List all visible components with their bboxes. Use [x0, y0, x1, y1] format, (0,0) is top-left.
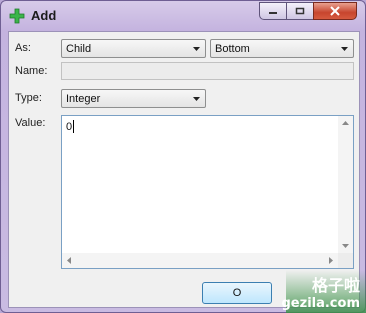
dropdown-arrow-icon [341, 47, 348, 51]
close-icon [330, 6, 340, 16]
add-dialog: Add As: Child Bottom Name: Type: Integer… [0, 0, 366, 313]
watermark-text: 格子啦 [311, 276, 360, 295]
window-title: Add [31, 8, 57, 23]
minimize-icon [269, 12, 277, 14]
value-text: 0 [66, 121, 73, 133]
as-dropdown[interactable]: Child [61, 39, 206, 58]
vertical-scrollbar[interactable] [338, 116, 353, 253]
title-bar[interactable]: Add [1, 1, 365, 31]
name-label: Name: [15, 65, 48, 77]
scroll-up-icon[interactable] [342, 121, 349, 125]
scroll-down-icon[interactable] [342, 244, 349, 248]
name-field[interactable] [61, 62, 354, 80]
add-plus-icon [9, 8, 25, 24]
value-textarea[interactable]: 0 [61, 115, 354, 269]
position-dropdown-value: Bottom [215, 43, 250, 55]
scroll-left-icon[interactable] [67, 257, 71, 264]
position-dropdown[interactable]: Bottom [210, 39, 354, 58]
watermark: 格子啦 gezila.com [282, 270, 366, 313]
minimize-button[interactable] [259, 2, 287, 20]
dropdown-arrow-icon [193, 97, 200, 101]
close-button[interactable] [313, 2, 357, 20]
ok-button[interactable]: O [202, 282, 272, 304]
horizontal-scrollbar[interactable] [62, 253, 338, 268]
scrollbar-corner [338, 253, 353, 268]
value-label: Value: [15, 117, 46, 129]
maximize-icon [295, 7, 305, 15]
dialog-body: As: Child Bottom Name: Type: Integer Val… [8, 31, 360, 308]
type-dropdown[interactable]: Integer [61, 89, 206, 108]
text-caret [73, 120, 74, 133]
type-label: Type: [15, 92, 42, 104]
as-label: As: [15, 42, 31, 54]
dropdown-arrow-icon [193, 47, 200, 51]
as-dropdown-value: Child [66, 43, 92, 55]
watermark-url: gezila.com [281, 296, 361, 311]
caption-buttons [259, 2, 357, 21]
type-dropdown-value: Integer [66, 93, 101, 105]
maximize-button[interactable] [286, 2, 314, 20]
scroll-right-icon[interactable] [329, 257, 333, 264]
